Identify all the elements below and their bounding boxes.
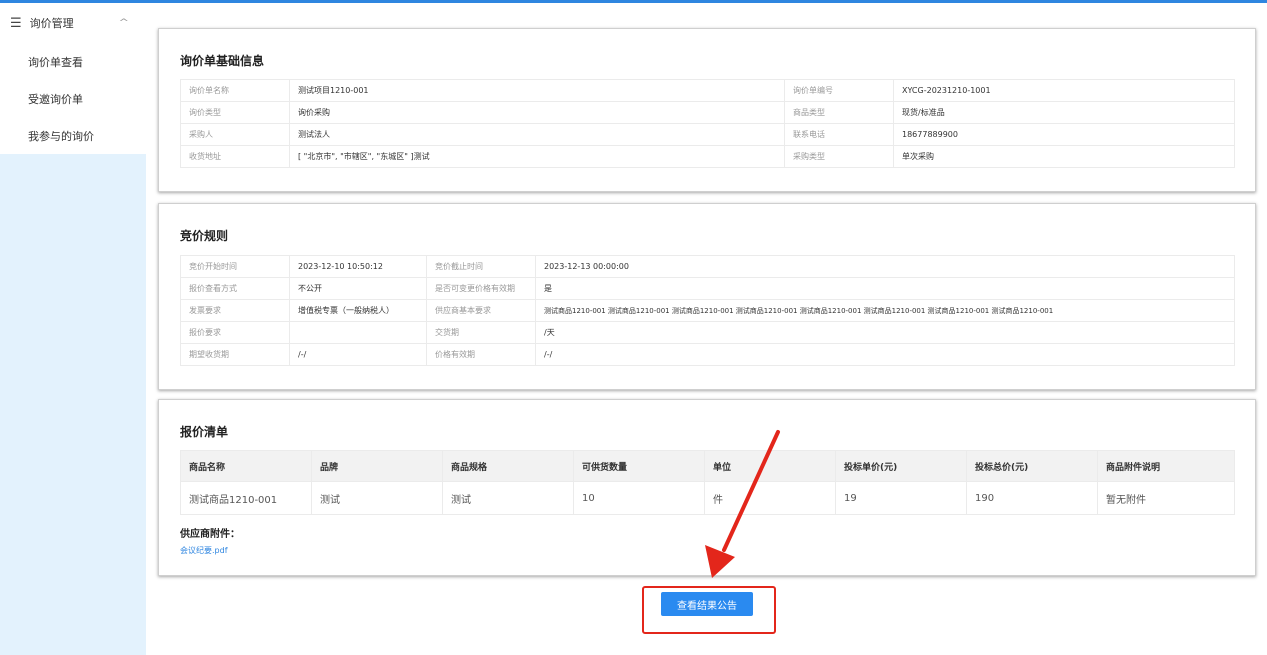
- view-result-announcement-button[interactable]: 查看结果公告: [661, 592, 753, 616]
- annotation-arrow: [705, 430, 780, 578]
